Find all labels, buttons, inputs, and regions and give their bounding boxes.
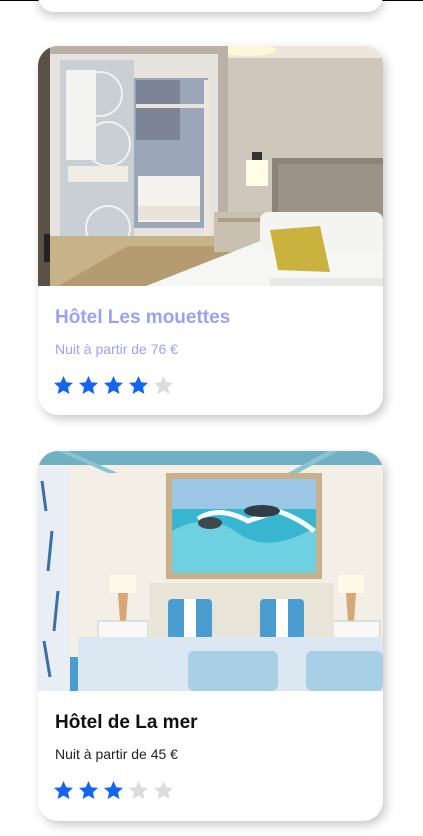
star-rating [53,375,174,396]
star-filled-icon [53,375,74,396]
star-empty-icon [153,780,174,801]
star-filled-icon [103,780,124,801]
hotel-price: Nuit à partir de 76 € [55,341,178,357]
star-filled-icon [78,375,99,396]
hotel-card[interactable]: Hôtel Les mouettes Nuit à partir de 76 € [38,46,383,415]
hotel-photo [38,451,383,691]
star-filled-icon [128,375,149,396]
hotel-photo [38,46,383,286]
star-filled-icon [103,375,124,396]
hotel-price: Nuit à partir de 45 € [55,746,178,762]
hotel-name: Hôtel de La mer [55,712,198,733]
star-filled-icon [78,780,99,801]
star-filled-icon [53,780,74,801]
star-empty-icon [128,780,149,801]
previous-card-edge [38,0,383,12]
hotel-card[interactable]: Hôtel de La mer Nuit à partir de 45 € [38,451,383,821]
star-rating [53,780,174,801]
hotel-name: Hôtel Les mouettes [55,307,231,328]
star-empty-icon [153,375,174,396]
